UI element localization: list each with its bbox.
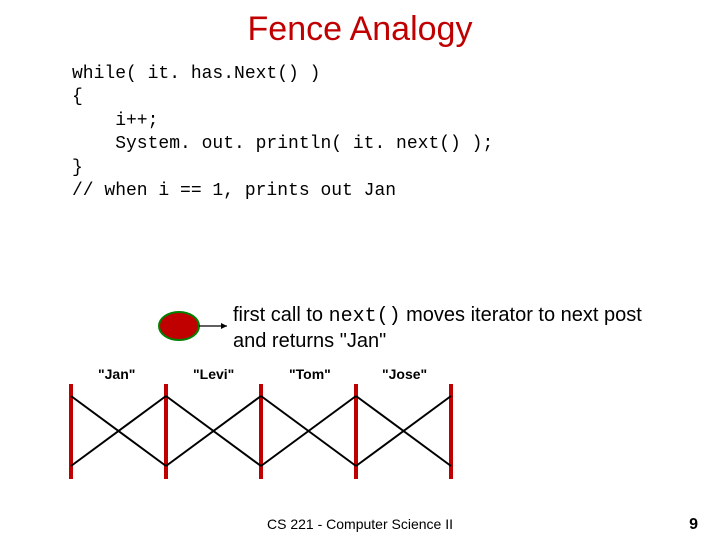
fence-label-0: "Jan" [98, 366, 135, 382]
fence-svg [66, 384, 486, 484]
slide-title: Fence Analogy [0, 10, 720, 49]
fence-label-3: "Jose" [382, 366, 427, 382]
description: first call to next() moves iterator to n… [233, 303, 673, 353]
code-block: while( it. has.Next() ) { i++; System. o… [72, 63, 720, 203]
desc-mono: next() [329, 305, 401, 328]
footer-text: CS 221 - Computer Science II [0, 516, 720, 532]
page-number: 9 [689, 516, 698, 534]
fence-label-2: "Tom" [289, 366, 331, 382]
iterator-marker [155, 302, 233, 360]
fence-diagram: "Jan" "Levi" "Tom" "Jose" [66, 366, 486, 486]
fence-label-1: "Levi" [193, 366, 234, 382]
desc-pre: first call to [233, 304, 329, 326]
